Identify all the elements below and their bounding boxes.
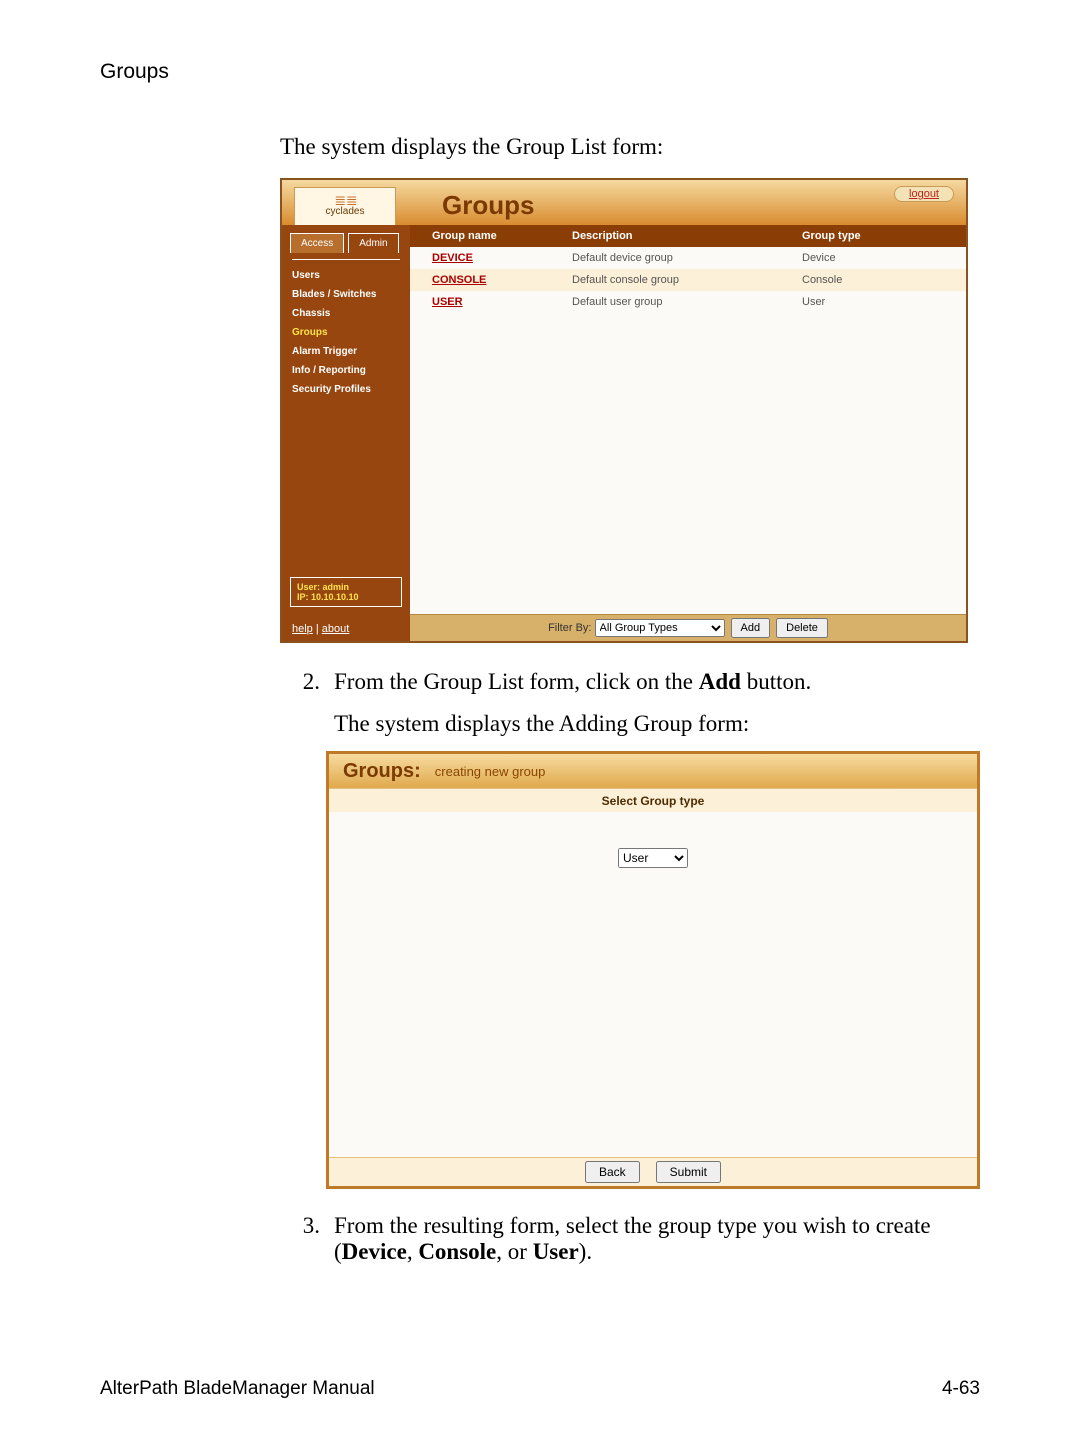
delete-button[interactable]: Delete bbox=[776, 618, 828, 638]
sidebar-item-users[interactable]: Users bbox=[292, 266, 400, 285]
step-text: From the Group List form, click on the A… bbox=[334, 669, 974, 695]
running-head: Groups bbox=[100, 60, 980, 84]
step-number: 2. bbox=[280, 669, 334, 695]
select-group-type-bar: Select Group type bbox=[329, 788, 977, 814]
tab-admin[interactable]: Admin bbox=[348, 233, 398, 253]
logo-icon: ≣ ≣ bbox=[295, 194, 395, 206]
filter-select[interactable]: All Group Types bbox=[595, 619, 725, 637]
group-type-select[interactable]: User bbox=[618, 848, 688, 868]
submit-button[interactable]: Submit bbox=[656, 1161, 721, 1183]
cell-desc: Default console group bbox=[572, 274, 802, 286]
group-link[interactable]: CONSOLE bbox=[432, 274, 486, 286]
s2-title: Groups: bbox=[343, 760, 421, 783]
s2-subtitle: creating new group bbox=[435, 764, 546, 779]
step-text: From the resulting form, select the grou… bbox=[334, 1213, 974, 1265]
sidebar: Access Admin Users Blades / Switches Cha… bbox=[282, 225, 410, 641]
ip-line: IP: 10.10.10.10 bbox=[297, 592, 395, 602]
sidebar-item-groups[interactable]: Groups bbox=[292, 323, 400, 342]
group-list-screenshot: ≣ ≣ cyclades Groups logout Access Admin … bbox=[280, 178, 968, 643]
tab-access[interactable]: Access bbox=[290, 233, 344, 253]
brand-text: cyclades bbox=[295, 206, 395, 218]
cell-desc: Default user group bbox=[572, 296, 802, 308]
help-link[interactable]: help bbox=[292, 623, 313, 635]
cell-desc: Default device group bbox=[572, 252, 802, 264]
cell-type: Console bbox=[802, 274, 966, 286]
page-title: Groups bbox=[442, 190, 534, 221]
filter-label: Filter By: bbox=[548, 622, 591, 634]
sidebar-item-alarm[interactable]: Alarm Trigger bbox=[292, 342, 400, 361]
about-link[interactable]: about bbox=[322, 623, 350, 635]
group-link[interactable]: DEVICE bbox=[432, 252, 473, 264]
table-header: Group name Description Group type bbox=[410, 225, 966, 247]
table-row: CONSOLE Default console group Console bbox=[410, 269, 966, 291]
cell-type: User bbox=[802, 296, 966, 308]
back-button[interactable]: Back bbox=[585, 1161, 640, 1183]
user-info-box: User: admin IP: 10.10.10.10 bbox=[290, 577, 402, 607]
th-group-type: Group type bbox=[802, 230, 966, 242]
brand-logo: ≣ ≣ cyclades bbox=[294, 187, 396, 230]
sidebar-item-blades[interactable]: Blades / Switches bbox=[292, 285, 400, 304]
sidebar-item-info[interactable]: Info / Reporting bbox=[292, 361, 400, 380]
logout-link[interactable]: logout bbox=[894, 186, 954, 202]
th-description: Description bbox=[572, 230, 802, 242]
user-line: User: admin bbox=[297, 582, 395, 592]
th-group-name: Group name bbox=[410, 230, 572, 242]
cell-type: Device bbox=[802, 252, 966, 264]
subline-text: The system displays the Adding Group for… bbox=[334, 711, 980, 737]
table-footer: Filter By: All Group Types Add Delete bbox=[410, 614, 966, 641]
table-row: USER Default user group User bbox=[410, 291, 966, 313]
sidebar-item-security[interactable]: Security Profiles bbox=[292, 380, 400, 399]
footer-right: 4-63 bbox=[942, 1378, 980, 1400]
table-row: DEVICE Default device group Device bbox=[410, 247, 966, 269]
sidebar-item-chassis[interactable]: Chassis bbox=[292, 304, 400, 323]
add-button[interactable]: Add bbox=[731, 618, 771, 638]
group-link[interactable]: USER bbox=[432, 296, 463, 308]
step-number: 3. bbox=[280, 1213, 334, 1265]
footer-left: AlterPath BladeManager Manual bbox=[100, 1378, 375, 1400]
intro-text: The system displays the Group List form: bbox=[280, 134, 980, 160]
adding-group-screenshot: Groups: creating new group Select Group … bbox=[326, 751, 980, 1189]
